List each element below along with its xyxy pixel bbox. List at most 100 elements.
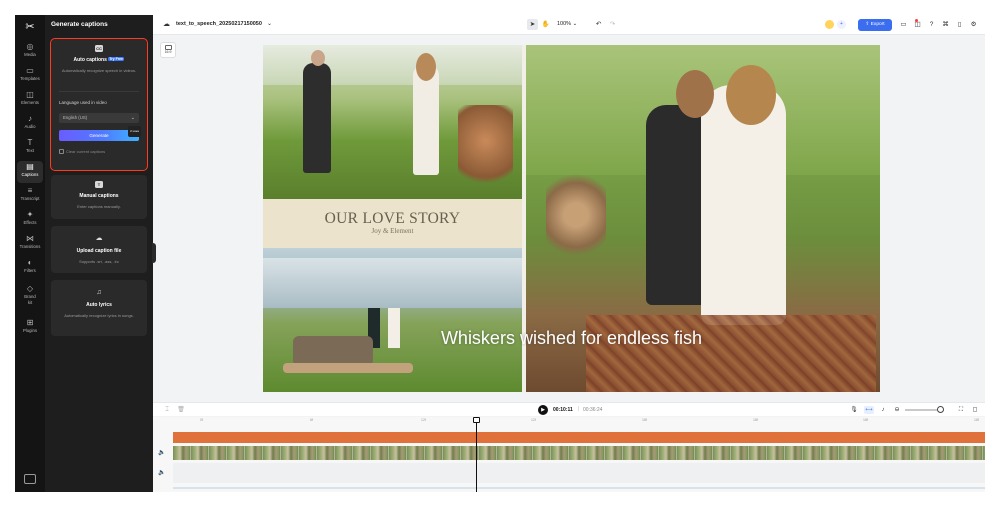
fit-icon[interactable]: ⛶ xyxy=(957,406,965,414)
speaker-icon[interactable]: 🔈 xyxy=(158,449,165,456)
transitions-icon: ⋈ xyxy=(26,234,34,243)
groom-head-large xyxy=(676,70,714,118)
rail-item-text[interactable]: T Text xyxy=(17,137,43,159)
present-icon[interactable]: ▭ xyxy=(899,20,908,29)
bride-hair xyxy=(416,53,436,81)
layout-icon[interactable]: ▯ xyxy=(955,20,964,29)
clear-captions-checkbox[interactable]: Clear current captions xyxy=(59,149,105,154)
shortcut-icon[interactable]: ⌘ xyxy=(941,20,950,29)
ruler-tick: 12f xyxy=(531,418,536,422)
captions-icon: ▤ xyxy=(26,162,34,171)
clear-captions-label: Clear current captions xyxy=(66,149,106,154)
export-button[interactable]: ⇪ Export xyxy=(858,19,892,31)
rail-label: Captions xyxy=(21,172,39,177)
language-select[interactable]: English (US) ⌄ xyxy=(59,113,139,123)
rail-item-brand-kit[interactable]: ◇ Brand kit xyxy=(17,283,43,311)
speaker-icon[interactable]: 🔈 xyxy=(158,469,165,476)
manual-captions-desc: Enter captions manually. xyxy=(77,204,121,209)
ruler-tick: 12f xyxy=(421,418,426,422)
upload-caption-card[interactable]: ☁ Upload caption file Supports .srt, .as… xyxy=(51,226,147,273)
manual-captions-title: Manual captions xyxy=(79,193,119,199)
rail-item-filters[interactable]: ◐ Filters xyxy=(17,257,43,279)
rug xyxy=(586,315,876,392)
ruler-tick: 18f xyxy=(753,418,758,422)
zoom-out-icon[interactable]: ⊖ xyxy=(893,406,901,414)
notification-dot xyxy=(915,19,918,22)
aspect-ratio-button[interactable]: 16:9 xyxy=(160,42,176,58)
photo-couple-dance xyxy=(263,45,522,199)
audio-icon[interactable]: ♪ xyxy=(879,406,887,414)
project-name[interactable]: text_to_speech_20250217150050 xyxy=(176,21,262,27)
cloud-icon: ☁ xyxy=(163,21,170,28)
rail-item-transitions[interactable]: ⋈ Transitions xyxy=(17,233,43,255)
pampas-grass xyxy=(546,165,606,265)
select-pointer-icon[interactable]: ➤ xyxy=(527,19,538,30)
avatar[interactable] xyxy=(825,20,834,29)
generate-button[interactable]: Generate 2 uses xyxy=(59,126,141,141)
capcut-logo-icon[interactable]: ✂ xyxy=(24,21,36,33)
play-button[interactable]: ▶ xyxy=(538,405,548,415)
zoom-level[interactable]: 100% ⌄ xyxy=(557,21,577,27)
auto-lyrics-card[interactable]: ♫ Auto lyrics Automatically recognize ly… xyxy=(51,280,147,336)
rail-item-audio[interactable]: ♪ Audio xyxy=(17,113,43,135)
card-divider xyxy=(59,91,139,92)
manual-captions-icon: T xyxy=(95,181,103,188)
playhead-line[interactable] xyxy=(476,420,477,492)
timeline[interactable]: 0f 6f 12f 12f 18f 18f 18f 18f 🔈 🔈 xyxy=(153,417,985,492)
video-track-clip[interactable] xyxy=(173,446,985,460)
rail-label: Media xyxy=(24,52,36,57)
current-time: 00:10:11 xyxy=(553,407,573,413)
sky xyxy=(263,45,522,85)
total-time: 00:36:24 xyxy=(583,407,603,413)
playback-bar: ⌶ 🗑 ▶ 00:10:11 | 00:36:24 🎙 ⟷ ♪ ⊖ ⛶ ◻ xyxy=(153,402,985,416)
panel-collapse-handle[interactable] xyxy=(152,243,156,263)
timeline-zoom-knob[interactable] xyxy=(937,406,944,413)
rail-label: Audio xyxy=(24,124,36,129)
language-value: English (US) xyxy=(63,115,88,120)
settings-gear-icon[interactable]: ⚙ xyxy=(969,20,978,29)
chevron-down-icon[interactable]: ⌄ xyxy=(267,20,272,27)
hand-icon[interactable]: ✋ xyxy=(540,19,551,30)
bottom-track[interactable] xyxy=(173,487,985,489)
rail-item-plugins[interactable]: ⊞ Plugins xyxy=(17,317,43,339)
manual-captions-card[interactable]: T Manual captions Enter captions manuall… xyxy=(51,175,147,219)
checkbox-icon[interactable] xyxy=(59,149,64,154)
playhead-handle[interactable] xyxy=(473,417,480,423)
caption-track-clip[interactable] xyxy=(173,432,985,443)
link-toggle-icon[interactable]: ⟷ xyxy=(864,406,874,414)
panel-title: Generate captions xyxy=(51,21,108,28)
timeline-zoom-slider[interactable] xyxy=(905,409,937,411)
comment-icon[interactable]: ◻ xyxy=(971,406,979,414)
rail-label: Brand kit xyxy=(24,294,36,305)
rail-item-transcript[interactable]: ≡ Transcript xyxy=(17,185,43,207)
timeline-ruler[interactable]: 0f 6f 12f 12f 18f 18f 18f 18f xyxy=(173,417,985,427)
rail-item-templates[interactable]: ▭ Templates xyxy=(17,65,43,87)
rail-item-media[interactable]: ◎ Media xyxy=(17,41,43,63)
auto-captions-title: Auto captions Try Free xyxy=(51,57,147,63)
audio-track-empty[interactable] xyxy=(173,463,985,483)
rail-item-effects[interactable]: ✦ Effects xyxy=(17,209,43,231)
rail-item-elements[interactable]: ◫ Elements xyxy=(17,89,43,111)
rail-label: Text xyxy=(26,148,34,153)
auto-lyrics-title: Auto lyrics xyxy=(86,302,112,308)
filters-icon: ◐ xyxy=(27,258,33,267)
split-icon[interactable]: ⌶ xyxy=(163,406,171,414)
redo-icon[interactable]: ↷ xyxy=(607,19,618,30)
transcript-icon: ≡ xyxy=(27,186,33,195)
music-note-icon: ♫ xyxy=(96,289,102,296)
auto-captions-desc: Automatically recognize speech in videos… xyxy=(61,68,137,73)
add-collaborator-icon[interactable]: + xyxy=(837,20,846,29)
language-label: Language used in video xyxy=(59,100,107,105)
delete-icon[interactable]: 🗑 xyxy=(177,406,185,414)
microphone-icon[interactable]: 🎙 xyxy=(850,406,858,414)
help-icon[interactable]: ? xyxy=(927,20,936,29)
rail-item-captions[interactable]: ▤ Captions xyxy=(17,161,43,183)
caption-text-overlay[interactable]: Whiskers wished for endless fish xyxy=(263,328,880,349)
bride-hair-large xyxy=(726,65,776,125)
photo-picnic xyxy=(263,248,522,392)
undo-icon[interactable]: ↶ xyxy=(593,19,604,30)
keyboard-shortcuts-icon[interactable] xyxy=(24,474,36,484)
video-canvas[interactable]: OUR LOVE STORY Joy & Element Whiskers wi… xyxy=(263,45,880,392)
media-icon: ◎ xyxy=(26,42,34,51)
rail-label: Plugins xyxy=(22,328,38,333)
